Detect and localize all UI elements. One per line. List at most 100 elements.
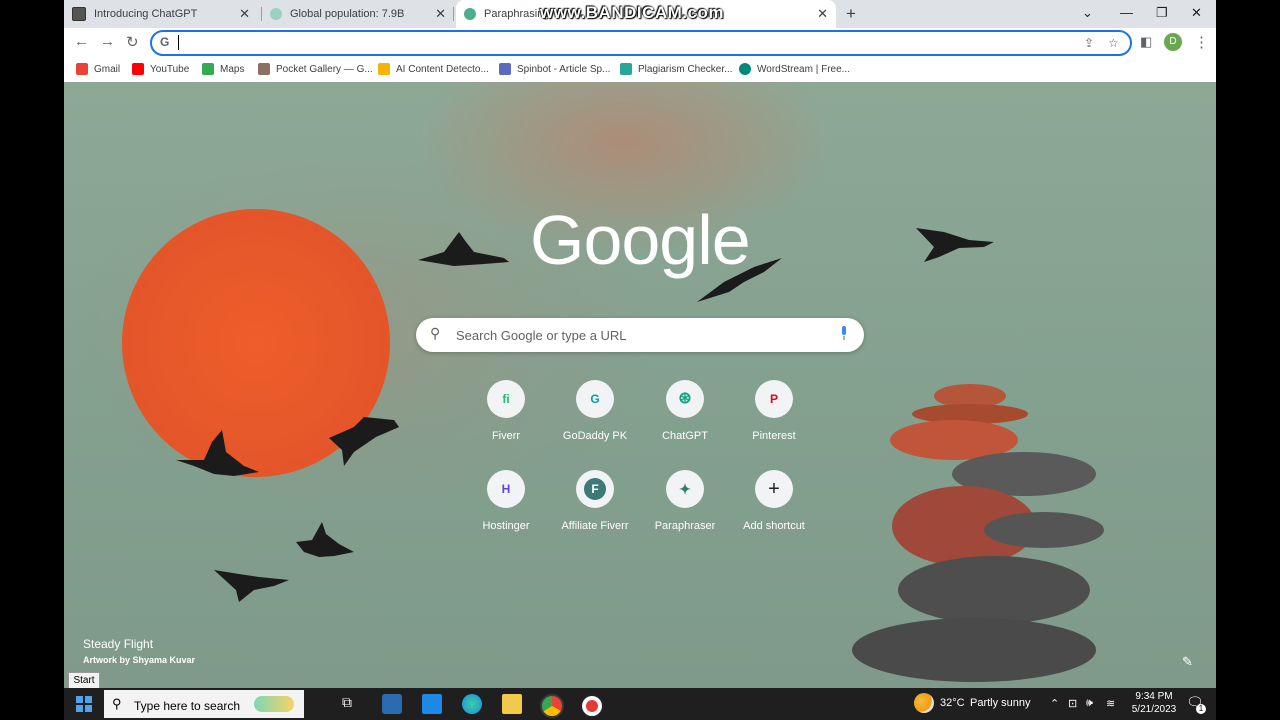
bookmark-star-icon[interactable]: ☆	[1108, 36, 1119, 50]
background-stone-stack	[852, 384, 1104, 682]
taskbar-search-box[interactable]: ⚲ Type here to search	[104, 690, 304, 718]
browser-toolbar: ← → ↻ G ⇪ ☆ ◧ D ⋮	[64, 28, 1216, 56]
artwork-title[interactable]: Steady Flight	[83, 637, 153, 651]
wifi-icon[interactable]: ≋	[1106, 697, 1115, 710]
shortcut-godaddy-pk[interactable]: G GoDaddy PK	[549, 380, 641, 460]
text-caret	[178, 35, 179, 50]
tab-title: Global population: 7.9B	[290, 8, 405, 20]
bookmark-youtube[interactable]: YouTube	[132, 61, 189, 77]
weather-description[interactable]: Partly sunny	[970, 697, 1031, 709]
address-bar[interactable]: G ⇪ ☆	[150, 30, 1132, 56]
bookmark-spinbot[interactable]: Spinbot - Article Sp...	[499, 61, 610, 77]
tab-separator	[261, 7, 262, 21]
pocket-gallery-icon	[258, 63, 270, 75]
gmail-icon	[76, 63, 88, 75]
fiverr-icon: fi	[487, 380, 525, 418]
file-explorer-icon[interactable]	[502, 694, 522, 714]
new-tab-button[interactable]: +	[846, 4, 856, 24]
recording-watermark: www.BANDICAM.com	[540, 3, 724, 22]
plus-icon: +	[755, 470, 793, 508]
chatgpt-icon	[72, 7, 86, 21]
edge-icon[interactable]	[462, 694, 482, 714]
meet-now-icon[interactable]: ⊡	[1068, 697, 1077, 710]
restore-button[interactable]: ❐	[1156, 5, 1168, 21]
search-placeholder: Search Google or type a URL	[456, 328, 627, 343]
weather-temperature[interactable]: 32°C	[940, 697, 965, 709]
search-highlight-image	[254, 696, 294, 712]
search-icon: ⚲	[112, 696, 122, 711]
taskbar-search-placeholder: Type here to search	[134, 699, 241, 713]
bookmark-gmail[interactable]: Gmail	[76, 61, 120, 77]
pinterest-icon: P	[755, 380, 793, 418]
weather-icon[interactable]	[914, 693, 934, 713]
forward-arrow-icon[interactable]: →	[100, 33, 115, 50]
shortcut-pinterest[interactable]: P Pinterest	[728, 380, 820, 460]
side-panel-icon[interactable]: ◧	[1140, 34, 1152, 50]
shortcut-affiliate-fiverr[interactable]: F Affiliate Fiverr	[549, 470, 641, 550]
shortcut-chatgpt[interactable]: ⊛ ChatGPT	[639, 380, 731, 460]
godaddy-icon: G	[576, 380, 614, 418]
browser-window: Introducing ChatGPT ✕ Global population:…	[64, 0, 1216, 688]
reload-icon[interactable]: ↻	[126, 33, 139, 51]
back-arrow-icon[interactable]: ←	[74, 33, 89, 50]
close-window-button[interactable]: ✕	[1191, 5, 1202, 21]
tab-title: Introducing ChatGPT	[94, 8, 198, 20]
tab-strip: Introducing ChatGPT ✕ Global population:…	[64, 0, 1216, 28]
shortcut-hostinger[interactable]: H Hostinger	[460, 470, 552, 550]
shortcut-label: Pinterest	[752, 430, 796, 442]
maps-icon	[202, 63, 214, 75]
bandicam-record-icon[interactable]	[580, 694, 604, 718]
add-shortcut-button[interactable]: + Add shortcut	[728, 470, 820, 550]
windows-taskbar: ⚲ Type here to search ⧉ 32°C Partly sunn…	[64, 688, 1216, 720]
ntp-search-box[interactable]: ⚲ Search Google or type a URL	[416, 318, 864, 352]
shortcut-fiverr[interactable]: fi Fiverr	[460, 380, 552, 460]
shortcut-label: GoDaddy PK	[562, 430, 628, 442]
bookmark-wordstream[interactable]: WordStream | Free...	[739, 61, 850, 77]
bookmark-plagiarism-checker[interactable]: Plagiarism Checker...	[620, 61, 732, 77]
microphone-icon[interactable]	[840, 326, 848, 340]
close-icon[interactable]: ✕	[817, 6, 828, 22]
hostinger-icon: H	[487, 470, 525, 508]
shortcut-label: Paraphraser	[654, 520, 716, 532]
bookmark-pocket-gallery[interactable]: Pocket Gallery — G...	[258, 61, 373, 77]
paraphraser-icon	[464, 8, 476, 20]
mail-icon[interactable]	[422, 694, 442, 714]
windows-start-icon[interactable]	[76, 696, 92, 712]
youtube-icon	[132, 63, 144, 75]
chrome-icon[interactable]	[540, 694, 564, 718]
google-logo: Google	[530, 201, 751, 279]
close-icon[interactable]: ✕	[435, 6, 446, 22]
share-icon[interactable]: ⇪	[1084, 36, 1094, 50]
customize-pencil-icon[interactable]: ✎	[1182, 654, 1193, 670]
shortcut-label: Fiverr	[491, 430, 521, 442]
profile-avatar[interactable]: D	[1164, 33, 1182, 51]
task-view-icon[interactable]: ⧉	[342, 694, 362, 714]
shortcut-label: Add shortcut	[743, 520, 805, 532]
bookmark-maps[interactable]: Maps	[202, 61, 244, 77]
tab-introducing-chatgpt[interactable]: Introducing ChatGPT ✕	[72, 0, 258, 28]
volume-icon[interactable]: 🕪	[1086, 697, 1093, 710]
google-g-icon: G	[160, 35, 170, 49]
new-tab-page: Google ⚲ Search Google or type a URL fi …	[64, 82, 1216, 688]
taskbar-clock[interactable]: 9:34 PM 5/21/2023	[1126, 691, 1182, 715]
bookmarks-bar: Gmail YouTube Maps Pocket Gallery — G...…	[64, 56, 1216, 83]
microsoft-store-icon[interactable]	[382, 694, 402, 714]
shortcut-label: Affiliate Fiverr	[561, 520, 629, 532]
spinbot-icon	[499, 63, 511, 75]
tab-search-chevron-icon[interactable]: ⌄	[1082, 5, 1093, 21]
tab-separator	[453, 7, 454, 21]
shortcut-paraphraser[interactable]: ✦ Paraphraser	[639, 470, 731, 550]
paraphraser-icon: ✦	[666, 470, 704, 508]
plagiarism-icon	[620, 63, 632, 75]
artwork-credit[interactable]: Artwork by Shyama Kuvar	[83, 655, 195, 665]
shortcut-label: Hostinger	[482, 520, 530, 532]
close-icon[interactable]: ✕	[239, 6, 250, 22]
bookmark-ai-content-detector[interactable]: AI Content Detecto...	[378, 61, 489, 77]
menu-kebab-icon[interactable]: ⋮	[1194, 33, 1209, 51]
ai-detector-icon	[378, 63, 390, 75]
notification-count-badge: 1	[1196, 704, 1206, 714]
show-hidden-icons-chevron-icon[interactable]: ⌃	[1050, 697, 1059, 710]
tab-global-population[interactable]: Global population: 7.9B ✕	[270, 0, 454, 28]
globe-icon	[270, 8, 282, 20]
minimize-button[interactable]: —	[1120, 5, 1133, 20]
